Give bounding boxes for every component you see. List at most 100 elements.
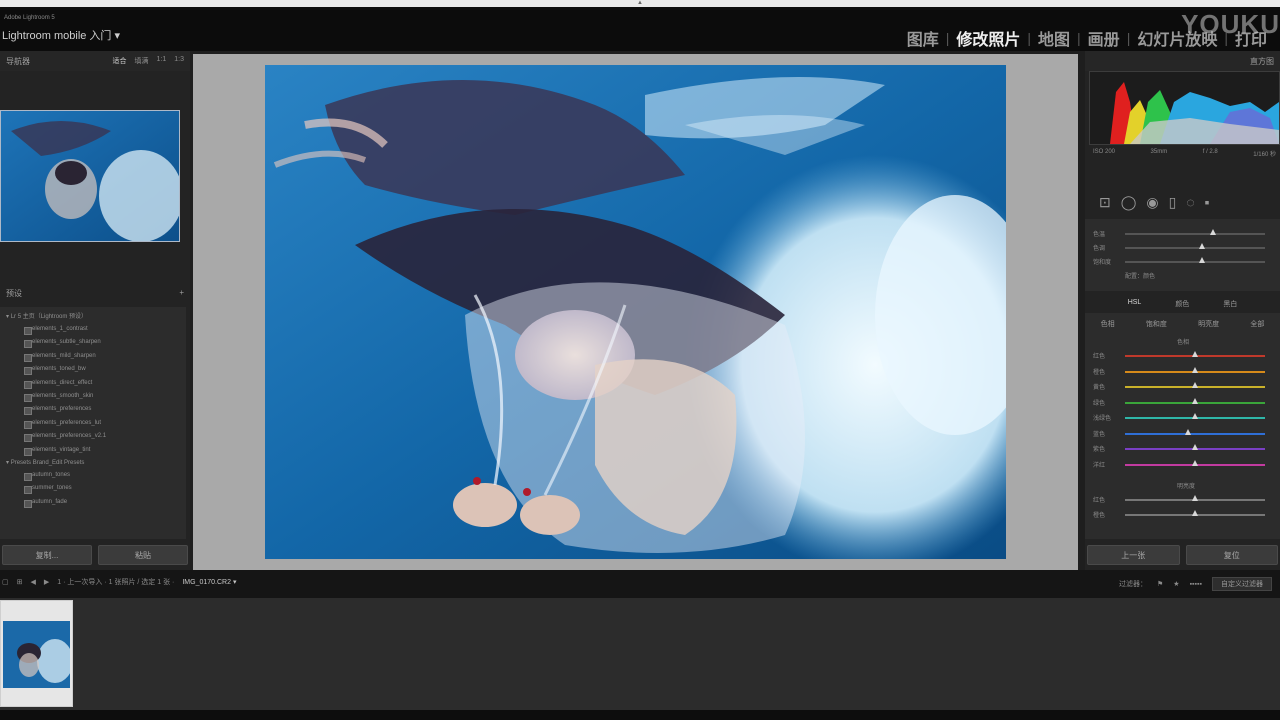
- slider-track[interactable]: [1125, 247, 1265, 249]
- preset-item[interactable]: elements_smooth_skin: [6, 390, 186, 403]
- crop-icon[interactable]: ⊡: [1099, 194, 1111, 211]
- subtab-all[interactable]: 全部: [1250, 319, 1264, 329]
- slider-knob[interactable]: [1185, 428, 1191, 435]
- star-rating-icon[interactable]: ★: [1173, 580, 1179, 588]
- slider-row[interactable]: 红色: [1085, 493, 1280, 505]
- preset-item[interactable]: elements_vintage_tint: [6, 444, 186, 457]
- custom-filter-select[interactable]: 自定义过滤器: [1212, 577, 1272, 591]
- slider-row[interactable]: 红色: [1085, 349, 1280, 361]
- slider-knob[interactable]: [1192, 444, 1198, 450]
- secondary-window-icon[interactable]: ▢: [2, 578, 9, 586]
- identity-plate: Adobe Lightroom 5 Lightroom mobile 入门 ▾ …: [0, 7, 1280, 51]
- zoom-fit[interactable]: 适合: [113, 56, 127, 66]
- tab-hsl[interactable]: HSL: [1128, 299, 1142, 311]
- slider-track[interactable]: [1125, 233, 1265, 235]
- chevron-up-icon[interactable]: ▲: [632, 0, 648, 6]
- preset-folder-name: Presets Brand_Edit Presets: [10, 459, 85, 466]
- slider-row[interactable]: 蓝色: [1085, 427, 1280, 439]
- flag-icon[interactable]: ⚑: [1157, 580, 1163, 588]
- main-photo[interactable]: [265, 65, 1006, 559]
- navigator-header[interactable]: 导航器 适合 填满 1:1 1:3: [0, 51, 190, 71]
- slider-row[interactable]: 绿色: [1085, 396, 1280, 408]
- preset-item[interactable]: elements_subtle_sharpen: [6, 336, 186, 349]
- slider-row[interactable]: 色调: [1085, 241, 1280, 253]
- preset-item[interactable]: autumn_fade: [6, 496, 186, 509]
- subtab-saturation[interactable]: 饱和度: [1146, 319, 1167, 329]
- module-develop[interactable]: 修改照片: [949, 26, 1027, 50]
- forward-arrow-icon[interactable]: ▶: [44, 578, 49, 586]
- preset-folder[interactable]: ▾ Presets Brand_Edit Presets: [6, 457, 186, 469]
- preset-item-label: elements_subtle_sharpen: [32, 339, 101, 346]
- slider-knob[interactable]: [1199, 243, 1205, 249]
- basic-profile[interactable]: 配置：颜色: [1125, 271, 1155, 280]
- color-label-icons[interactable]: ▪▪▪▪▪: [1190, 581, 1202, 588]
- spot-removal-icon[interactable]: ◯: [1121, 194, 1137, 211]
- preset-item[interactable]: elements_preferences: [6, 403, 186, 416]
- slider-row[interactable]: 饱和度: [1085, 255, 1280, 267]
- grid-icon[interactable]: ⊞: [17, 578, 23, 586]
- slider-knob[interactable]: [1192, 351, 1198, 357]
- slider-row[interactable]: 紫色: [1085, 442, 1280, 454]
- preset-item[interactable]: elements_toned_bw: [6, 363, 186, 376]
- brush-icon[interactable]: ▪: [1205, 194, 1210, 210]
- slider-label: 洋红: [1093, 462, 1106, 469]
- subtab-luminance[interactable]: 明亮度: [1198, 319, 1219, 329]
- filename-dropdown[interactable]: IMG_0170.CR2 ▾: [182, 578, 236, 586]
- slider-knob[interactable]: [1199, 257, 1205, 263]
- copy-button[interactable]: 复制...: [2, 545, 92, 565]
- preset-item[interactable]: elements_1_contrast: [6, 323, 186, 336]
- slider-row[interactable]: 橙色: [1085, 508, 1280, 520]
- module-library[interactable]: 图库: [900, 26, 946, 50]
- slider-row[interactable]: 色温: [1085, 227, 1280, 239]
- back-arrow-icon[interactable]: ◀: [31, 578, 36, 586]
- tab-color[interactable]: 颜色: [1175, 299, 1189, 311]
- slider-knob[interactable]: [1192, 459, 1198, 466]
- paste-button[interactable]: 粘贴: [98, 545, 188, 565]
- radial-filter-icon[interactable]: ◌: [1186, 194, 1194, 210]
- slider-row[interactable]: 橙色: [1085, 365, 1280, 377]
- left-button-row: 复制... 粘贴: [0, 545, 190, 565]
- slider-knob[interactable]: [1192, 495, 1198, 501]
- histogram-header[interactable]: 直方图: [1085, 51, 1280, 71]
- navigator-preview[interactable]: [0, 110, 180, 242]
- slider-knob[interactable]: [1192, 397, 1198, 404]
- red-eye-icon[interactable]: ◉: [1146, 194, 1158, 211]
- zoom-1-1[interactable]: 1:1: [157, 56, 167, 66]
- previous-button[interactable]: 上一张: [1087, 545, 1180, 565]
- preset-item[interactable]: autumn_tones: [6, 469, 186, 482]
- preset-item[interactable]: elements_mild_sharpen: [6, 350, 186, 363]
- slider-knob[interactable]: [1192, 413, 1198, 419]
- preset-item[interactable]: summer_tones: [6, 482, 186, 495]
- add-preset-icon[interactable]: +: [179, 288, 184, 300]
- slider-row[interactable]: 洋红: [1085, 458, 1280, 470]
- histogram[interactable]: [1089, 71, 1280, 145]
- slider-row[interactable]: 浅绿色: [1085, 411, 1280, 423]
- slider-knob[interactable]: [1192, 510, 1198, 516]
- slider-knob[interactable]: [1192, 382, 1198, 388]
- preset-item-label: summer_tones: [32, 485, 72, 492]
- reset-button[interactable]: 复位: [1185, 545, 1278, 565]
- slider-knob[interactable]: [1192, 366, 1198, 373]
- preset-item[interactable]: elements_preferences_v2.1: [6, 430, 186, 443]
- preset-item[interactable]: elements_preferences_lut: [6, 417, 186, 430]
- slider-label: 橙色: [1093, 513, 1106, 519]
- slider-track[interactable]: [1125, 432, 1265, 435]
- preset-folder[interactable]: ▾ Lr 5 主页（Lightroom 预设）: [6, 311, 186, 323]
- slider-row[interactable]: 黄色: [1085, 380, 1280, 392]
- zoom-fill[interactable]: 填满: [135, 56, 149, 66]
- preset-item[interactable]: elements_direct_effect: [6, 377, 186, 390]
- module-map[interactable]: 地图: [1031, 26, 1077, 50]
- title-strip: ▲: [0, 0, 1280, 7]
- right-panel: 直方图 ISO 200 35mm f / 2.8 1/160 秒 ⊡ ◯ ◉ ▯…: [1085, 51, 1280, 570]
- zoom-1-3[interactable]: 1:3: [174, 56, 184, 66]
- preset-item-label: autumn_fade: [32, 498, 68, 505]
- slider-track[interactable]: [1125, 261, 1265, 263]
- subtab-hue[interactable]: 色相: [1101, 319, 1115, 329]
- tab-bw[interactable]: 黑白: [1223, 299, 1237, 311]
- slider-knob[interactable]: [1210, 229, 1217, 235]
- module-book[interactable]: 画册: [1081, 26, 1127, 50]
- film-thumbnail[interactable]: [0, 600, 73, 707]
- presets-header[interactable]: 预设 +: [0, 288, 190, 300]
- graduated-filter-icon[interactable]: ▯: [1169, 194, 1177, 211]
- identity-name[interactable]: Lightroom mobile 入门 ▾: [2, 27, 120, 43]
